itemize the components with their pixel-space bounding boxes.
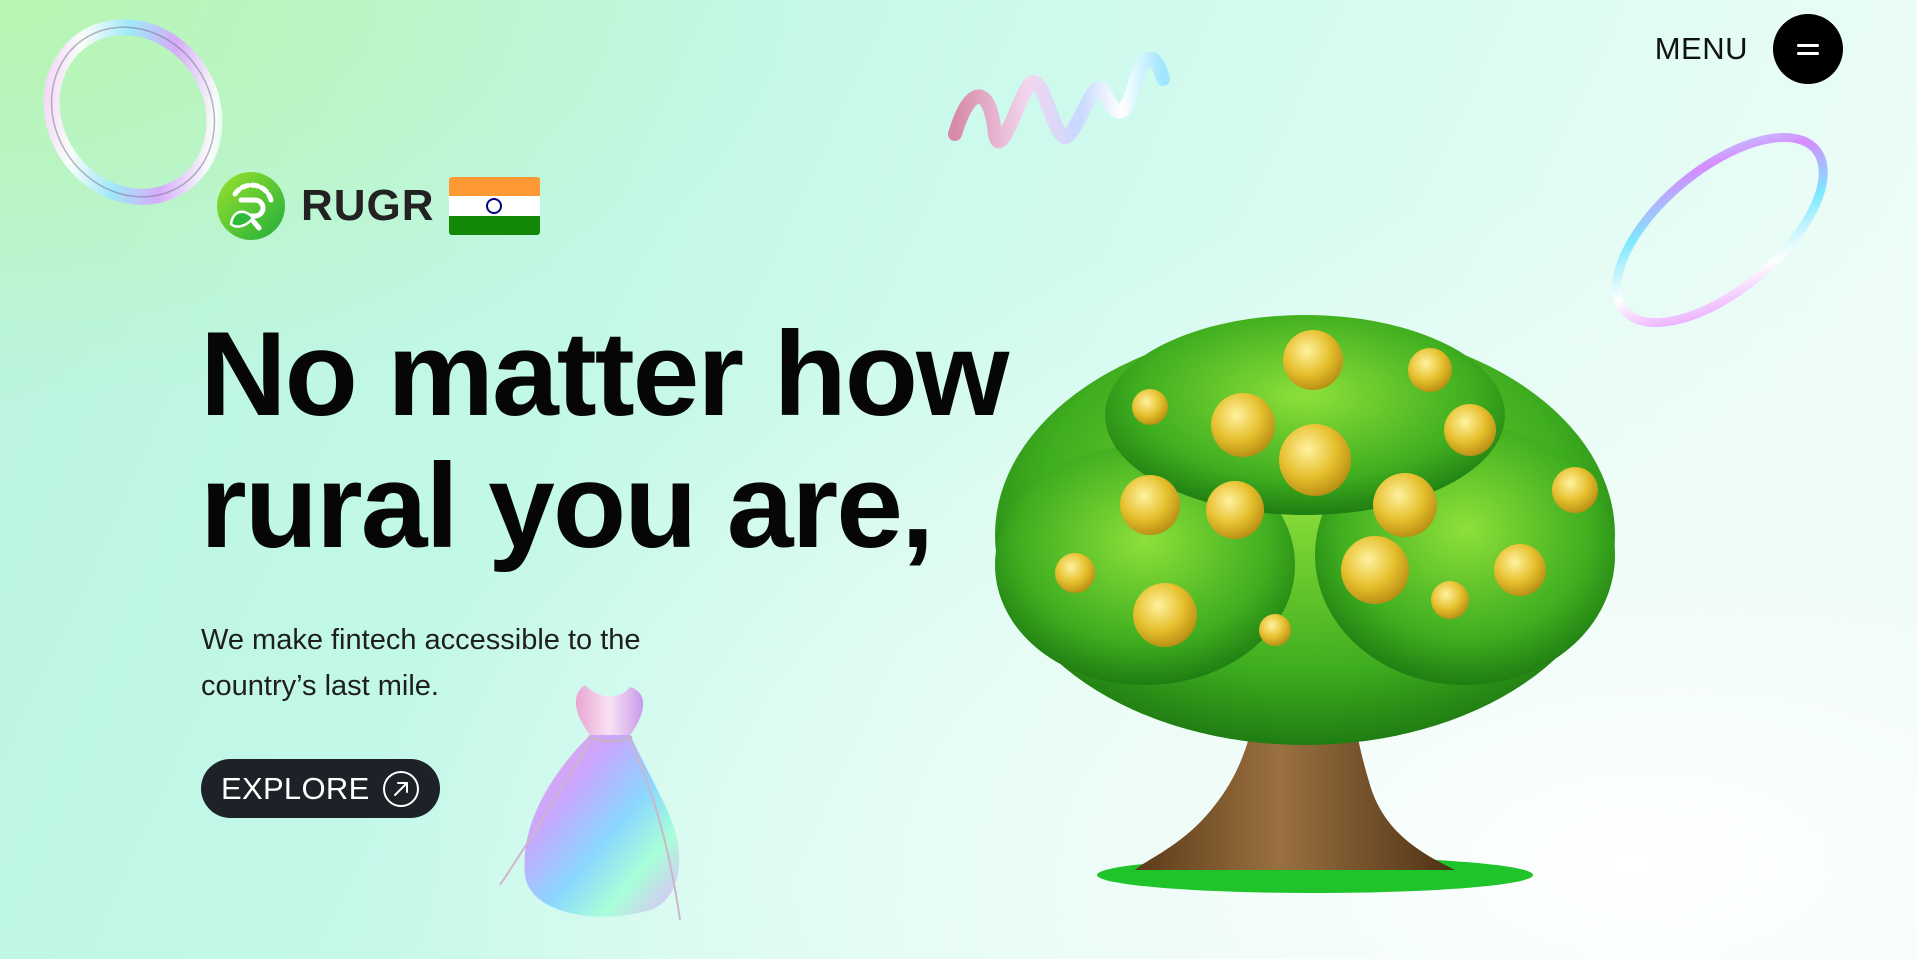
arrow-up-right-icon xyxy=(382,770,419,807)
headline-line-1: No matter how xyxy=(200,307,1009,441)
holographic-ring-icon xyxy=(43,19,223,205)
holographic-money-bag-icon xyxy=(499,685,681,921)
holographic-ring-icon xyxy=(1612,132,1828,328)
rugr-leaf-logo-icon xyxy=(217,172,285,240)
explore-button[interactable]: EXPLORE xyxy=(201,759,440,818)
explore-label: EXPLORE xyxy=(221,770,370,806)
hamburger-icon xyxy=(1797,41,1819,57)
money-tree-icon xyxy=(995,315,1615,893)
menu-toggle[interactable]: MENU xyxy=(1655,14,1843,84)
india-flag-icon xyxy=(448,177,540,235)
brand-logo[interactable]: RUGR xyxy=(215,170,540,242)
menu-label[interactable]: MENU xyxy=(1655,31,1748,67)
brand-name: RUGR xyxy=(301,181,435,230)
hero-headline: No matter how rural you are, xyxy=(200,307,1009,573)
landing-page: RUGR MENU No matter how rural you are, W… xyxy=(0,0,1917,959)
menu-button[interactable] xyxy=(1773,14,1843,84)
holographic-spiral-icon xyxy=(948,51,1170,149)
headline-line-2: rural you are, xyxy=(200,439,934,573)
